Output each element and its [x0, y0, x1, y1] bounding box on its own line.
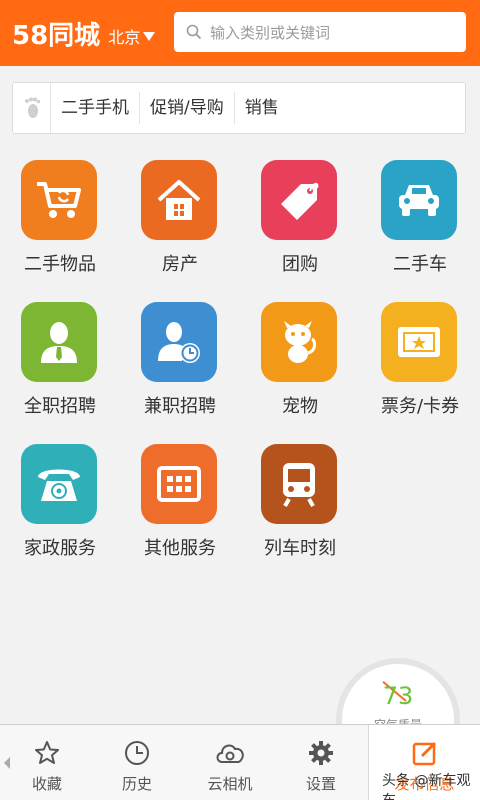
- category-used-car[interactable]: 二手车: [360, 160, 480, 290]
- city-name: 北京: [108, 28, 141, 47]
- category-group-buy[interactable]: 团购: [240, 160, 360, 290]
- grid-box-icon: [141, 444, 217, 524]
- chevron-down-icon: [143, 31, 156, 41]
- category-label: 全职招聘: [24, 396, 96, 417]
- gear-icon: [308, 739, 334, 767]
- category-label: 家政服务: [24, 538, 96, 559]
- star-icon: [34, 739, 60, 767]
- app-logo[interactable]: 58同城: [12, 15, 100, 52]
- category-pets[interactable]: 宠物: [240, 302, 360, 432]
- category-tickets[interactable]: 票务/卡券: [360, 302, 480, 432]
- telephone-icon: [21, 444, 97, 524]
- pet-icon: [261, 302, 337, 382]
- tab-label: 云相机: [207, 775, 253, 793]
- price-tag-icon: [261, 160, 337, 240]
- tab-label: 历史: [121, 775, 152, 793]
- category-label: 票务/卡券: [380, 396, 460, 417]
- category-label: 宠物: [282, 396, 318, 417]
- person-tie-icon: [21, 302, 97, 382]
- category-label: 房产: [162, 254, 198, 275]
- edit-icon: [412, 739, 438, 767]
- shopping-cart-icon: [21, 160, 97, 240]
- category-other-services[interactable]: 其他服务: [120, 444, 240, 574]
- tab-label: 收藏: [31, 775, 62, 793]
- city-selector[interactable]: 北京: [108, 24, 156, 48]
- category-train-schedule[interactable]: 列车时刻: [240, 444, 360, 574]
- history-tag[interactable]: 促销/导购: [140, 92, 235, 124]
- category-housekeeping[interactable]: 家政服务: [0, 444, 120, 574]
- ticket-icon: [381, 302, 457, 382]
- category-label: 二手物品: [24, 254, 96, 275]
- watermark-text: 头条 @新车观车: [382, 773, 471, 800]
- car-icon: [381, 160, 457, 240]
- category-full-time-jobs[interactable]: 全职招聘: [0, 302, 120, 432]
- house-icon: [141, 160, 217, 240]
- tab-cloud-camera[interactable]: 云相机: [190, 725, 270, 800]
- train-icon: [261, 444, 337, 524]
- top-header: 58同城 北京 输入类别或关键词: [0, 0, 480, 66]
- category-part-time-jobs[interactable]: 兼职招聘: [120, 302, 240, 432]
- history-tag[interactable]: 二手手机: [51, 92, 140, 124]
- category-label: 团购: [282, 254, 318, 275]
- tab-label: 设置: [305, 775, 336, 793]
- tab-favorites[interactable]: 收藏: [12, 725, 82, 800]
- category-secondhand-goods[interactable]: 二手物品: [0, 160, 120, 290]
- recent-history-bar: 二手手机 促销/导购 销售: [12, 82, 466, 134]
- category-label: 其他服务: [144, 538, 216, 559]
- search-input[interactable]: 输入类别或关键词: [174, 12, 466, 52]
- tab-settings[interactable]: 设置: [286, 725, 356, 800]
- tab-history[interactable]: 历史: [102, 725, 172, 800]
- category-label: 兼职招聘: [144, 396, 216, 417]
- cloud-camera-icon: [214, 739, 246, 767]
- search-icon: [186, 24, 202, 40]
- scroll-left-icon[interactable]: [4, 757, 10, 769]
- clock-icon: [124, 739, 150, 767]
- search-placeholder: 输入类别或关键词: [210, 23, 331, 42]
- history-tag[interactable]: 销售: [235, 92, 289, 124]
- person-clock-icon: [141, 302, 217, 382]
- air-quality-value: 73: [382, 682, 414, 710]
- category-label: 列车时刻: [264, 538, 336, 559]
- footprint-icon: [13, 83, 51, 133]
- category-real-estate[interactable]: 房产: [120, 160, 240, 290]
- category-label: 二手车: [393, 254, 447, 275]
